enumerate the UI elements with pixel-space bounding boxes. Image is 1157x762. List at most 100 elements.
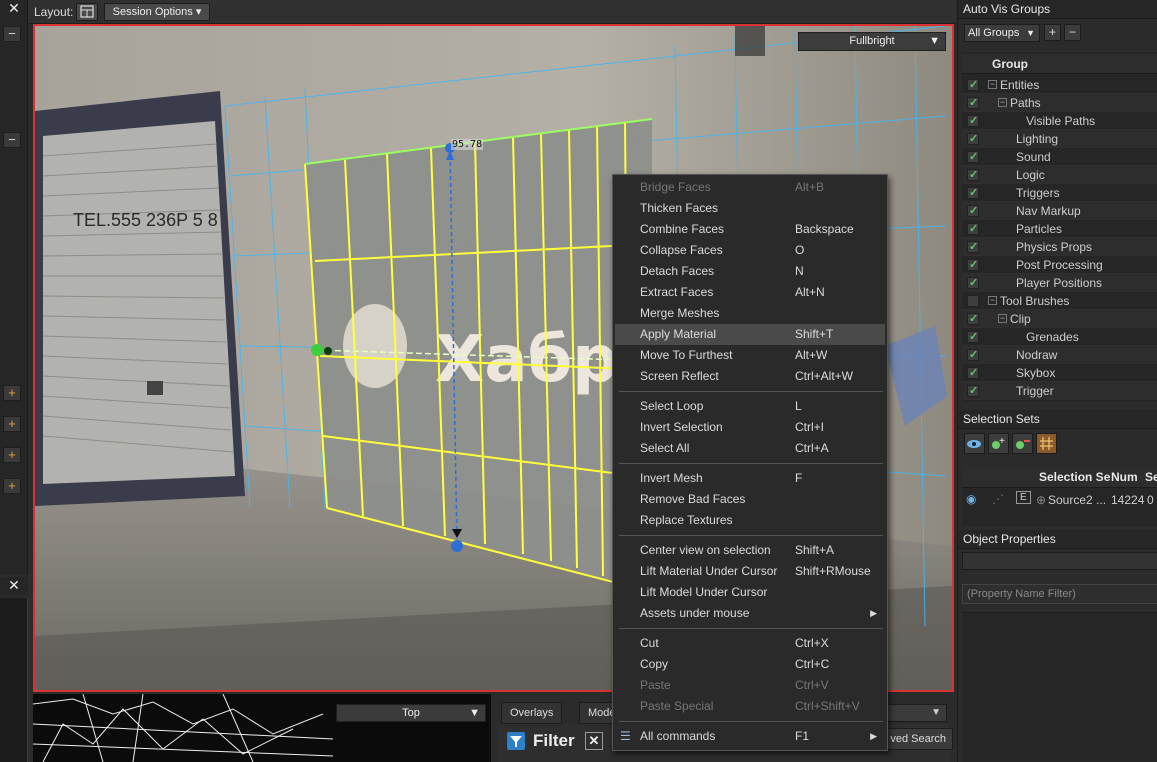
group-row[interactable]: −Paths — [962, 94, 1157, 112]
tab-overlays[interactable]: Overlays — [501, 702, 563, 724]
menu-item-extract-faces[interactable]: Extract Faces Alt+N — [615, 282, 885, 303]
visibility-checkbox[interactable] — [967, 166, 979, 184]
visibility-checkbox[interactable] — [967, 130, 979, 148]
column-header[interactable]: Num — [1111, 470, 1138, 484]
visibility-checkbox[interactable] — [967, 364, 979, 382]
visibility-checkbox[interactable] — [967, 256, 979, 274]
expand-button[interactable]: + — [3, 385, 21, 401]
group-row[interactable]: Visible Paths — [962, 112, 1157, 130]
expand-button[interactable]: + — [3, 416, 21, 432]
group-row[interactable]: Lighting — [962, 130, 1157, 148]
close-icon[interactable]: ✕ — [0, 0, 28, 18]
menu-item-invert-mesh[interactable]: Invert Mesh F — [615, 468, 885, 489]
menu-item-select-all[interactable]: Select All Ctrl+A — [615, 438, 885, 459]
group-row[interactable]: Post Processing — [962, 256, 1157, 274]
visibility-checkbox[interactable] — [967, 148, 979, 166]
visibility-checkbox[interactable] — [967, 220, 979, 238]
add-group-button[interactable]: + — [1044, 24, 1061, 41]
expand-icon[interactable]: ⊕ — [1036, 493, 1046, 507]
menu-item-move-to-furthest[interactable]: Move To Furthest Alt+W — [615, 345, 885, 366]
visibility-checkbox[interactable] — [967, 295, 979, 307]
group-row[interactable]: −Entities — [962, 76, 1157, 94]
expand-button[interactable]: + — [3, 447, 21, 463]
menu-item-bridge-faces[interactable]: Bridge Faces Alt+B — [615, 177, 885, 198]
menu-item-shortcut: Alt+N — [795, 285, 825, 299]
group-row[interactable]: Nodraw — [962, 346, 1157, 364]
render-mode-dropdown[interactable]: Fullbright ▼ — [798, 32, 946, 51]
auto-vis-groups-title: Auto Vis Groups — [958, 0, 1157, 19]
group-row[interactable]: Trigger — [962, 382, 1157, 400]
group-row[interactable]: Player Positions — [962, 274, 1157, 292]
menu-item-paste-special[interactable]: Paste Special Ctrl+Shift+V — [615, 696, 885, 717]
group-row[interactable]: −Clip — [962, 310, 1157, 328]
visibility-checkbox[interactable] — [967, 76, 979, 94]
group-row[interactable]: − Tool Brushes — [962, 292, 1157, 310]
menu-item-copy[interactable]: Copy Ctrl+C — [615, 654, 885, 675]
visibility-checkbox[interactable] — [967, 382, 979, 400]
visibility-checkbox[interactable] — [967, 238, 979, 256]
group-row[interactable]: Particles — [962, 220, 1157, 238]
group-row[interactable]: Grenades — [962, 328, 1157, 346]
collapse-button[interactable]: − — [3, 26, 21, 42]
menu-item-assets-under-mouse[interactable]: Assets under mouse ▶ — [615, 603, 885, 624]
menu-item-collapse-faces[interactable]: Collapse Faces O — [615, 240, 885, 261]
menu-item-remove-bad-faces[interactable]: Remove Bad Faces — [615, 489, 885, 510]
visibility-checkbox[interactable] — [967, 310, 979, 328]
object-type-combo[interactable] — [962, 552, 1157, 570]
menu-item-paste[interactable]: Paste Ctrl+V — [615, 675, 885, 696]
visibility-checkbox[interactable] — [967, 202, 979, 220]
clear-filter-button[interactable]: ✕ — [585, 732, 603, 750]
menu-item-apply-material[interactable]: Apply Material Shift+T — [615, 324, 885, 345]
visibility-checkbox[interactable] — [967, 328, 979, 346]
visibility-checkbox[interactable] — [967, 274, 979, 292]
remove-selection-set-button[interactable] — [1012, 433, 1033, 454]
group-label: Lighting — [1016, 132, 1059, 146]
collapse-toggle-icon[interactable]: − — [998, 314, 1007, 323]
group-filter-dropdown[interactable]: All Groups ▼ — [964, 24, 1040, 42]
menu-item-detach-faces[interactable]: Detach Faces N — [615, 261, 885, 282]
menu-item-all-commands[interactable]: ☰ All commands F1 ▶ — [615, 726, 885, 747]
menu-item-center-view-on-selection[interactable]: Center view on selection Shift+A — [615, 540, 885, 561]
menu-item-thicken-faces[interactable]: Thicken Faces — [615, 198, 885, 219]
group-row[interactable]: Logic — [962, 166, 1157, 184]
menu-item-replace-textures[interactable]: Replace Textures — [615, 510, 885, 531]
menu-item-combine-faces[interactable]: Combine Faces Backspace — [615, 219, 885, 240]
layout-grid-button[interactable] — [76, 3, 98, 21]
menu-item-lift-model-under-cursor[interactable]: Lift Model Under Cursor — [615, 582, 885, 603]
property-filter-input[interactable]: (Property Name Filter) — [962, 584, 1157, 604]
expand-button[interactable]: + — [3, 478, 21, 494]
visibility-checkbox[interactable] — [967, 346, 979, 364]
grid-selection-set-button[interactable] — [1036, 433, 1057, 454]
eye-icon[interactable]: ◉ — [966, 492, 976, 506]
menu-item-select-loop[interactable]: Select Loop L — [615, 396, 885, 417]
collapse-toggle-icon[interactable]: − — [998, 98, 1007, 107]
menu-item-invert-selection[interactable]: Invert Selection Ctrl+I — [615, 417, 885, 438]
session-options-button[interactable]: Session Options ▾ — [104, 3, 210, 21]
filter-icon[interactable] — [507, 732, 525, 750]
show-selection-set-button[interactable] — [964, 433, 985, 454]
visibility-checkbox[interactable] — [967, 94, 979, 112]
group-row[interactable]: Sound — [962, 148, 1157, 166]
group-row[interactable]: Triggers — [962, 184, 1157, 202]
group-row[interactable]: Nav Markup — [962, 202, 1157, 220]
collapse-toggle-icon[interactable]: − — [988, 296, 997, 305]
group-row[interactable]: Physics Props — [962, 238, 1157, 256]
visibility-checkbox[interactable] — [967, 112, 979, 130]
collapse-button[interactable]: − — [3, 132, 21, 148]
collapse-toggle-icon[interactable]: − — [988, 80, 997, 89]
add-selection-set-button[interactable]: + — [988, 433, 1009, 454]
column-header[interactable]: Se — [1145, 470, 1157, 484]
menu-item-screen-reflect[interactable]: Screen Reflect Ctrl+Alt+W — [615, 366, 885, 387]
menu-item-cut[interactable]: Cut Ctrl+X — [615, 633, 885, 654]
close-icon[interactable]: ✕ — [0, 577, 28, 595]
group-row[interactable]: Skybox — [962, 364, 1157, 382]
menu-item-merge-meshes[interactable]: Merge Meshes — [615, 303, 885, 324]
table-row[interactable]: ◉ ⋰ E ⊕ Source2 ... 14224 0 — [962, 490, 1157, 510]
remove-group-button[interactable]: − — [1064, 24, 1081, 41]
menu-item-label: Thicken Faces — [640, 201, 719, 215]
top-viewport[interactable]: Top ▼ — [33, 694, 491, 762]
menu-item-lift-material-under-cursor[interactable]: Lift Material Under Cursor Shift+RMouse — [615, 561, 885, 582]
visibility-checkbox[interactable] — [967, 184, 979, 202]
column-header[interactable]: Selection Se — [1039, 470, 1110, 484]
view-mode-dropdown[interactable]: Top ▼ — [336, 704, 486, 722]
